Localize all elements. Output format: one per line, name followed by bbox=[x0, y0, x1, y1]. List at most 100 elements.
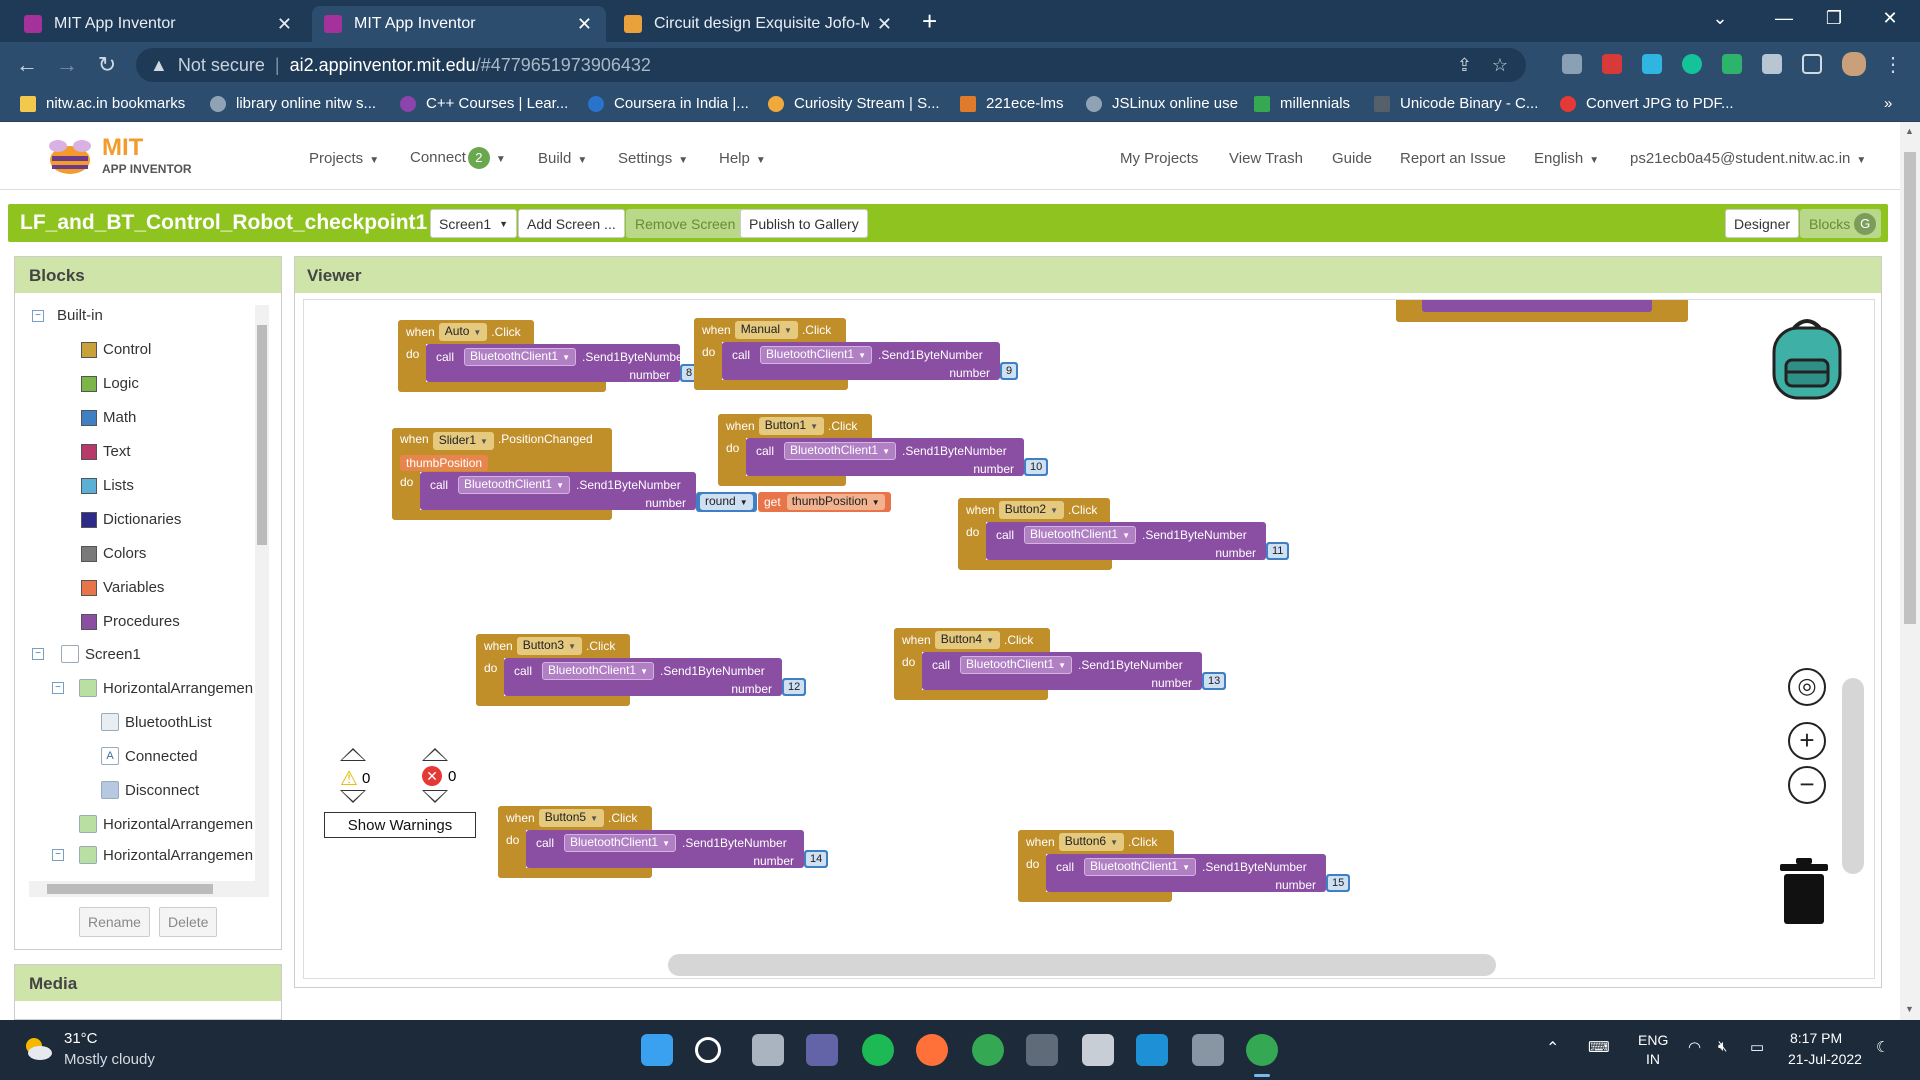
link-my-projects[interactable]: My Projects bbox=[1120, 150, 1198, 167]
scroll-up-arrow-icon[interactable]: ▲ bbox=[1905, 126, 1914, 136]
number-block[interactable]: 11 bbox=[1266, 542, 1290, 560]
workspace-vertical-scrollbar[interactable] bbox=[1842, 678, 1864, 874]
round-dropdown[interactable]: round ▼ bbox=[700, 494, 753, 510]
restore-icon[interactable]: ❐ bbox=[1814, 8, 1854, 29]
component-dropdown[interactable]: Slider1 ▼ bbox=[432, 432, 494, 450]
recenter-icon[interactable]: ◎ bbox=[1788, 668, 1826, 706]
link-report-issue[interactable]: Report an Issue bbox=[1400, 150, 1506, 167]
back-icon[interactable]: ← bbox=[12, 52, 42, 78]
call-block-partial[interactable] bbox=[1422, 300, 1652, 312]
grammarly-icon[interactable] bbox=[1682, 54, 1702, 74]
menu-language[interactable]: English ▼ bbox=[1534, 150, 1599, 167]
link-guide[interactable]: Guide bbox=[1332, 150, 1372, 167]
tree-disconnect[interactable]: Disconnect bbox=[101, 781, 199, 799]
bookmark-item[interactable]: JSLinux online use bbox=[1086, 95, 1238, 112]
close-tab-icon[interactable]: ✕ bbox=[277, 14, 292, 35]
number-value[interactable]: 10 bbox=[1026, 460, 1047, 474]
menu-account[interactable]: ps21ecb0a45@student.nitw.ac.in ▼ bbox=[1630, 150, 1866, 167]
calculator-icon[interactable] bbox=[1192, 1034, 1224, 1066]
browser-tab-active[interactable]: MIT App Inventor ✕ bbox=[312, 6, 606, 42]
reload-icon[interactable]: ↻ bbox=[92, 52, 122, 78]
tree-screen1[interactable]: Screen1 bbox=[61, 645, 141, 663]
task-view-icon[interactable] bbox=[752, 1034, 784, 1066]
error-next-arrow-icon[interactable] bbox=[422, 790, 448, 803]
call-block[interactable]: call BluetoothClient1 ▼ .Send1ByteNumber num… bbox=[922, 652, 1202, 690]
zoom-out-icon[interactable]: − bbox=[1788, 766, 1826, 804]
teams-icon[interactable] bbox=[806, 1034, 838, 1066]
weather-icon[interactable] bbox=[22, 1034, 54, 1062]
target-dropdown[interactable]: BluetoothClient1 ▼ bbox=[784, 442, 896, 460]
builtin-text[interactable]: Text bbox=[81, 443, 131, 460]
blocks-workspace[interactable]: when Auto ▼ .Click do call BluetoothClient1 ▼… bbox=[303, 299, 1875, 979]
number-block[interactable]: 9 bbox=[1000, 362, 1019, 380]
delete-button[interactable]: Delete bbox=[159, 907, 218, 937]
volume-muted-icon[interactable]: 🔇︎ bbox=[1718, 1038, 1727, 1055]
tree-horizontal-arrangement[interactable]: HorizontalArrangemen bbox=[79, 679, 253, 697]
number-value[interactable]: 12 bbox=[784, 680, 805, 694]
extension-b-icon[interactable] bbox=[1722, 54, 1742, 74]
target-dropdown[interactable]: BluetoothClient1 ▼ bbox=[960, 656, 1072, 674]
trash-icon[interactable] bbox=[1778, 856, 1830, 926]
notification-icon[interactable]: ☾ bbox=[1876, 1038, 1889, 1056]
chrome-icon[interactable] bbox=[972, 1034, 1004, 1066]
target-dropdown[interactable]: BluetoothClient1 ▼ bbox=[1084, 858, 1196, 876]
call-block[interactable]: call BluetoothClient1 ▼ .Send1ByteNumber num… bbox=[526, 830, 804, 868]
rename-button[interactable]: Rename bbox=[79, 907, 150, 937]
bookmark-item[interactable]: 221ece-lms bbox=[960, 95, 1064, 112]
bookmarks-overflow-button[interactable]: » bbox=[1884, 95, 1892, 112]
call-block[interactable]: call BluetoothClient1 ▼ .Send1ByteNumber num… bbox=[746, 438, 1024, 476]
builtin-control[interactable]: Control bbox=[81, 341, 151, 358]
add-screen-button[interactable]: Add Screen ... bbox=[518, 209, 625, 238]
bookmark-folder[interactable]: nitw.ac.in bookmarks bbox=[20, 95, 185, 112]
wifi-icon[interactable]: ◠ bbox=[1688, 1038, 1701, 1056]
collapse-toggle-icon[interactable]: − bbox=[52, 849, 64, 861]
warning-prev-arrow-icon[interactable] bbox=[340, 748, 366, 761]
collapse-toggle-icon[interactable]: − bbox=[52, 682, 64, 694]
component-dropdown[interactable]: Button3 ▼ bbox=[516, 637, 582, 655]
call-block[interactable]: call BluetoothClient1 ▼ .Send1ByteNumber num… bbox=[420, 472, 696, 510]
number-block[interactable]: 10 bbox=[1024, 458, 1049, 476]
component-dropdown[interactable]: Button5 ▼ bbox=[538, 809, 604, 827]
camera-icon[interactable] bbox=[1026, 1034, 1058, 1066]
extension-pen-icon[interactable] bbox=[1642, 54, 1662, 74]
variable-dropdown[interactable]: thumbPosition ▼ bbox=[786, 494, 885, 510]
bookmark-item[interactable]: millennials bbox=[1254, 95, 1350, 112]
designer-button[interactable]: Designer bbox=[1725, 209, 1800, 238]
show-warnings-button[interactable]: Show Warnings bbox=[324, 812, 476, 838]
language-primary[interactable]: ENG bbox=[1638, 1032, 1668, 1048]
target-dropdown[interactable]: BluetoothClient1 ▼ bbox=[1024, 526, 1136, 544]
zoom-in-icon[interactable]: + bbox=[1788, 722, 1826, 760]
chrome-menu-icon[interactable]: ⋮ bbox=[1878, 52, 1908, 77]
close-tab-icon[interactable]: ✕ bbox=[877, 14, 892, 35]
scrollbar-thumb[interactable] bbox=[257, 325, 267, 545]
call-block[interactable]: call BluetoothClient1 ▼ .Send1ByteNumber num… bbox=[426, 344, 687, 382]
bookmark-item[interactable]: library online nitw s... bbox=[210, 95, 376, 112]
builtin-variables[interactable]: Variables bbox=[81, 579, 164, 596]
tree-horizontal-arrangement[interactable]: HorizontalArrangemen bbox=[79, 815, 253, 833]
minimize-icon[interactable]: — bbox=[1764, 8, 1804, 29]
target-dropdown[interactable]: BluetoothClient1 ▼ bbox=[464, 348, 576, 366]
workspace-horizontal-scrollbar[interactable] bbox=[668, 954, 1496, 976]
round-block[interactable]: round ▼ bbox=[696, 492, 757, 512]
battery-icon[interactable]: ▭ bbox=[1750, 1038, 1764, 1056]
builtin-lists[interactable]: Lists bbox=[81, 477, 134, 494]
menu-build[interactable]: Build ▼ bbox=[538, 150, 587, 167]
error-prev-arrow-icon[interactable] bbox=[422, 748, 448, 761]
bookmark-item[interactable]: Convert JPG to PDF... bbox=[1560, 95, 1734, 112]
extensions-puzzle-icon[interactable] bbox=[1762, 54, 1782, 74]
builtin-colors[interactable]: Colors bbox=[81, 545, 146, 562]
browser-tab[interactable]: MIT App Inventor ✕ bbox=[12, 6, 306, 42]
call-block[interactable]: call BluetoothClient1 ▼ .Send1ByteNumber num… bbox=[504, 658, 782, 696]
number-value[interactable]: 13 bbox=[1204, 674, 1225, 688]
target-dropdown[interactable]: BluetoothClient1 ▼ bbox=[542, 662, 654, 680]
component-dropdown[interactable]: Auto ▼ bbox=[438, 323, 488, 341]
get-variable-block[interactable]: get thumbPosition ▼ bbox=[758, 492, 891, 512]
scroll-down-arrow-icon[interactable]: ▼ bbox=[1905, 1004, 1914, 1014]
extension-pocket-icon[interactable] bbox=[1562, 54, 1582, 74]
call-block[interactable]: call BluetoothClient1 ▼ .Send1ByteNumber num… bbox=[986, 522, 1266, 560]
new-tab-button[interactable]: + bbox=[922, 6, 937, 37]
bookmark-star-icon[interactable]: ☆ bbox=[1492, 55, 1508, 76]
number-value[interactable]: 9 bbox=[1002, 364, 1017, 378]
menu-help[interactable]: Help ▼ bbox=[719, 150, 766, 167]
number-block[interactable]: 13 bbox=[1202, 672, 1227, 690]
